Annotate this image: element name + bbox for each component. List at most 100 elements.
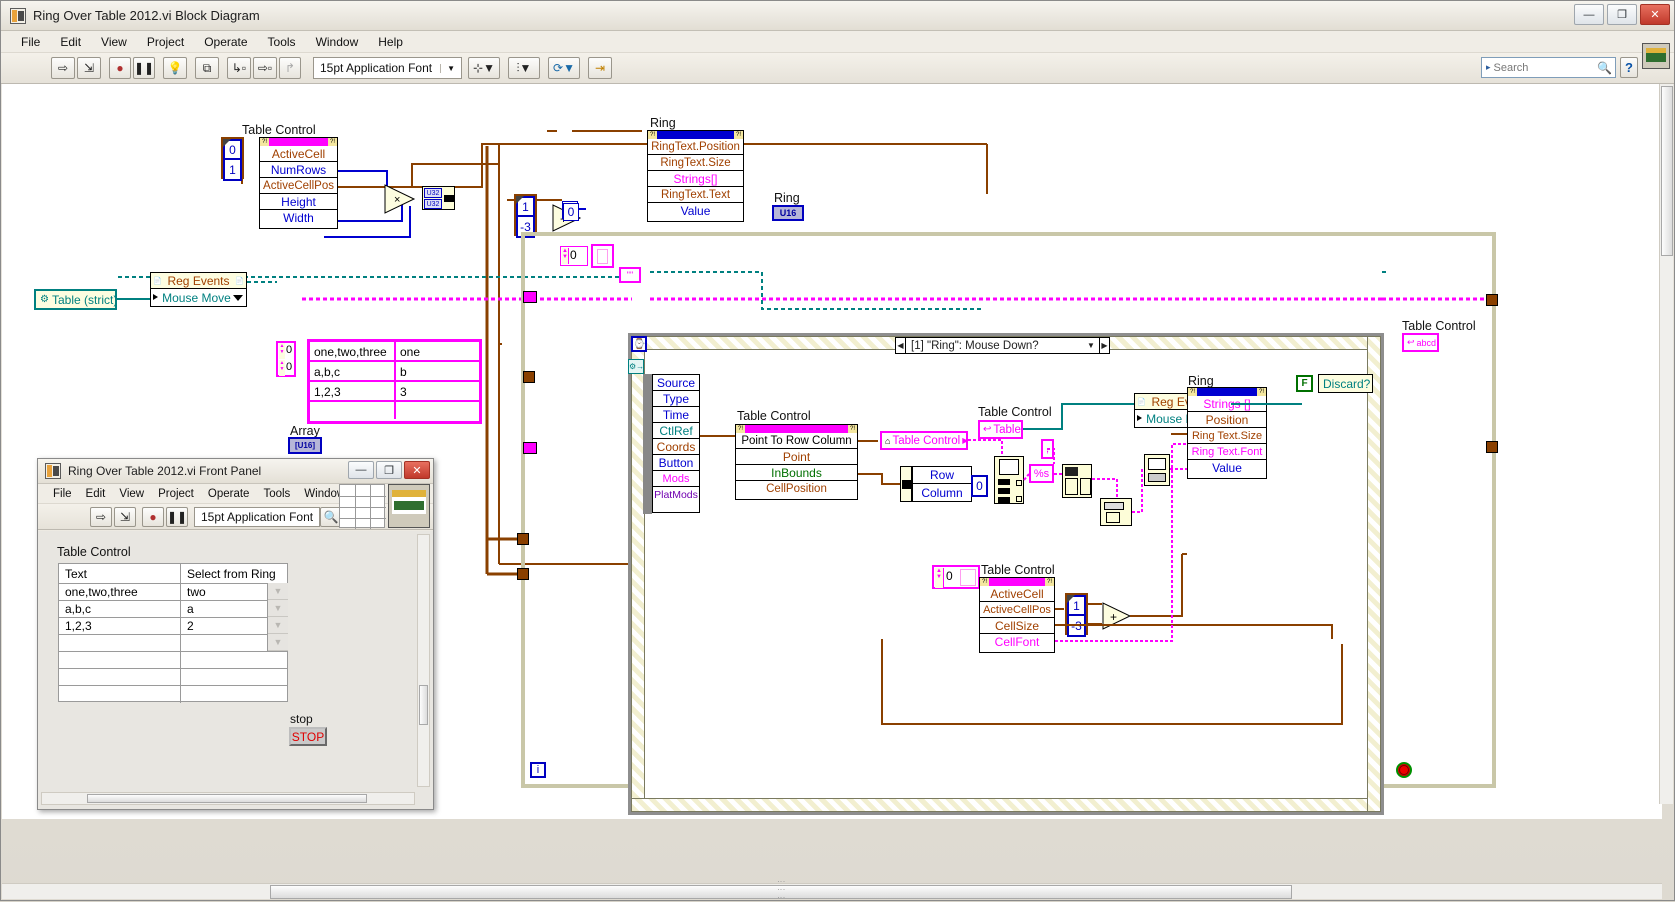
event-data-platmods[interactable]: PlatMods: [653, 487, 699, 503]
table-strict-refnum[interactable]: ⚙ Table (strict): [34, 289, 117, 310]
tc2-row-activecell[interactable]: ActiveCell: [980, 586, 1054, 602]
array-terminal-u16[interactable]: [ U16 ]: [288, 437, 322, 454]
ring-row-ringtext-text[interactable]: RingText.Text: [648, 187, 743, 203]
fp-menu-tools[interactable]: Tools: [256, 487, 297, 501]
event-case-selector[interactable]: ◀ [1] "Ring": Mouse Down? ▼ ▶: [895, 337, 1110, 354]
index-spinner-0[interactable]: ▲▼: [279, 343, 285, 359]
fp-cell-6-0[interactable]: [59, 686, 181, 703]
reg-events-item-mouse-move-left[interactable]: Mouse Move: [151, 289, 246, 306]
cluster-constant-2[interactable]: 1 -3: [514, 194, 537, 236]
event-data-ctlref[interactable]: CtlRef: [653, 423, 699, 439]
tc2-row-cellsize[interactable]: CellSize: [980, 618, 1054, 634]
highlight-execution-button[interactable]: 💡: [163, 57, 187, 79]
table-row[interactable]: 1,2,3 2: [59, 618, 287, 635]
index-constant-0[interactable]: 0: [971, 475, 988, 497]
fp-menu-view[interactable]: View: [112, 487, 151, 501]
table-row[interactable]: [59, 669, 287, 686]
fp-close-button[interactable]: ✕: [404, 461, 430, 479]
menu-item-file[interactable]: File: [11, 33, 50, 51]
event-case-next-button[interactable]: ▶: [1099, 338, 1109, 353]
tc2-row-activecellpos[interactable]: ActiveCellPos: [980, 602, 1054, 618]
event-data-node[interactable]: Source Type Time CtlRef Coords Button Mo…: [652, 374, 700, 513]
fp-scroll-arrow-4[interactable]: ▼: [268, 634, 288, 651]
context-help-button[interactable]: ?: [1620, 57, 1638, 78]
invoke-node-point-to-row-column[interactable]: ?! ?! Point To Row Column Point InBounds…: [735, 424, 858, 500]
fp-cell-1-0[interactable]: a,b,c: [59, 601, 181, 617]
cluster3-value-1[interactable]: -3: [1067, 616, 1086, 637]
event-case-prev-button[interactable]: ◀: [896, 338, 906, 353]
vi-connector-pane-icon[interactable]: [1642, 43, 1670, 69]
percent-s-format-constant[interactable]: %s: [1029, 464, 1054, 483]
table-row[interactable]: [59, 635, 287, 652]
fp-abort-button[interactable]: ●: [142, 507, 164, 527]
tc2-row-cellfont[interactable]: CellFont: [980, 634, 1054, 650]
fp-maximize-button[interactable]: ❐: [376, 461, 402, 479]
fp-cell-3-0[interactable]: [59, 635, 181, 651]
ring2-row-value[interactable]: Value: [1188, 460, 1266, 476]
property-node-ring-1[interactable]: ?! ?! RingText.Position RingText.Size St…: [647, 130, 744, 222]
numeric-constant-group-2[interactable]: ▲▼ 0: [932, 565, 980, 589]
menu-item-view[interactable]: View: [91, 33, 137, 51]
fp-font-selector[interactable]: 15pt Application Font: [194, 507, 320, 527]
array-cell-1-0[interactable]: a,b,c: [310, 362, 396, 380]
loop-left-tunnel-marker-b[interactable]: [523, 442, 537, 454]
stop-button[interactable]: STOP: [289, 727, 327, 746]
fp-connector-pane[interactable]: [339, 484, 385, 528]
property-node-ring-2[interactable]: ?! ?! Strings [] Position Ring Text.Size…: [1187, 387, 1267, 479]
property-row-activecellpos[interactable]: ActiveCellPos: [260, 178, 337, 194]
array-cell-1-1[interactable]: b: [396, 362, 479, 380]
fp-menu-operate[interactable]: Operate: [201, 487, 257, 501]
loop-tunnel-right-2[interactable]: [1486, 441, 1498, 453]
ring2-row-ring-text-font[interactable]: Ring Text.Font: [1188, 444, 1266, 460]
fp-run-continuous-button[interactable]: ⇲: [114, 507, 136, 527]
fp-window-vertical-scrollbar[interactable]: [417, 534, 430, 787]
invoke-param-point[interactable]: Point: [736, 449, 857, 465]
run-button[interactable]: ⇨: [51, 57, 75, 79]
ring-row-ringtext-position[interactable]: RingText.Position: [648, 139, 743, 155]
search-replace-function[interactable]: [1144, 454, 1170, 486]
fp-cell-0-0[interactable]: one,two,three: [59, 584, 181, 600]
event-data-source[interactable]: Source: [653, 375, 699, 391]
comma-string-constant[interactable]: ,: [1041, 439, 1054, 459]
build-array-function[interactable]: [1100, 498, 1132, 526]
fp-run-button[interactable]: ⇨: [90, 507, 112, 527]
array-cell-3-1[interactable]: [396, 402, 479, 419]
abort-execution-button[interactable]: ●: [109, 57, 131, 79]
loop-tunnel-right-1[interactable]: [1486, 294, 1498, 306]
vertical-scrollbar-thumb[interactable]: [1661, 86, 1673, 256]
array-constant-2d[interactable]: one,two,three one a,b,c b 1,2,3 3: [307, 339, 482, 424]
multiply-function[interactable]: ×: [384, 184, 416, 214]
ring-row-strings[interactable]: Strings[]: [648, 171, 743, 187]
unbundle-column[interactable]: Column: [913, 484, 971, 502]
align-objects-button[interactable]: ⊹▼: [468, 57, 500, 79]
cluster-value-1[interactable]: 1: [223, 160, 242, 181]
invoke-method-name[interactable]: Point To Row Column: [736, 433, 857, 449]
fp-cell-5-1[interactable]: [181, 669, 287, 685]
fp-minimize-button[interactable]: —: [348, 461, 374, 479]
maximize-button[interactable]: ❐: [1607, 4, 1637, 25]
step-over-button[interactable]: ⇨▫: [253, 57, 277, 79]
search-input[interactable]: ▸ Search 🔍: [1481, 57, 1616, 78]
step-into-button[interactable]: ↳▫: [227, 57, 251, 79]
fp-scroll-arrow-2[interactable]: ▼: [268, 600, 288, 617]
vertical-scrollbar[interactable]: [1659, 84, 1673, 804]
ring-terminal-u16[interactable]: U16: [772, 205, 804, 221]
loop-left-tunnel-marker-a[interactable]: [523, 371, 535, 383]
fp-cell-5-0[interactable]: [59, 669, 181, 685]
horizontal-scrollbar-thumb[interactable]: [270, 885, 1292, 899]
property-row-height[interactable]: Height: [260, 194, 337, 210]
event-data-button[interactable]: Button: [653, 455, 699, 471]
array-cell-0-0[interactable]: one,two,three: [310, 342, 396, 360]
fp-cell-2-0[interactable]: 1,2,3: [59, 618, 181, 634]
cleanup-diagram-button[interactable]: ⇥: [588, 57, 612, 79]
horizontal-scrollbar[interactable]: [2, 883, 1662, 899]
array-index-display[interactable]: ▲▼ 0 ▲▼ 0: [276, 341, 296, 377]
fp-vi-icon-large[interactable]: [388, 484, 430, 528]
array-index-1[interactable]: 0: [286, 361, 292, 373]
distribute-objects-button[interactable]: ⫶▼: [508, 57, 540, 79]
menu-item-help[interactable]: Help: [368, 33, 413, 51]
cluster-constant-3[interactable]: 1 -3: [1065, 593, 1088, 635]
fp-menu-edit[interactable]: Edit: [79, 487, 113, 501]
table-control-right-refnum[interactable]: ↩ abcd: [1402, 333, 1439, 352]
spreadsheet-string-to-array-function[interactable]: [1062, 464, 1092, 498]
